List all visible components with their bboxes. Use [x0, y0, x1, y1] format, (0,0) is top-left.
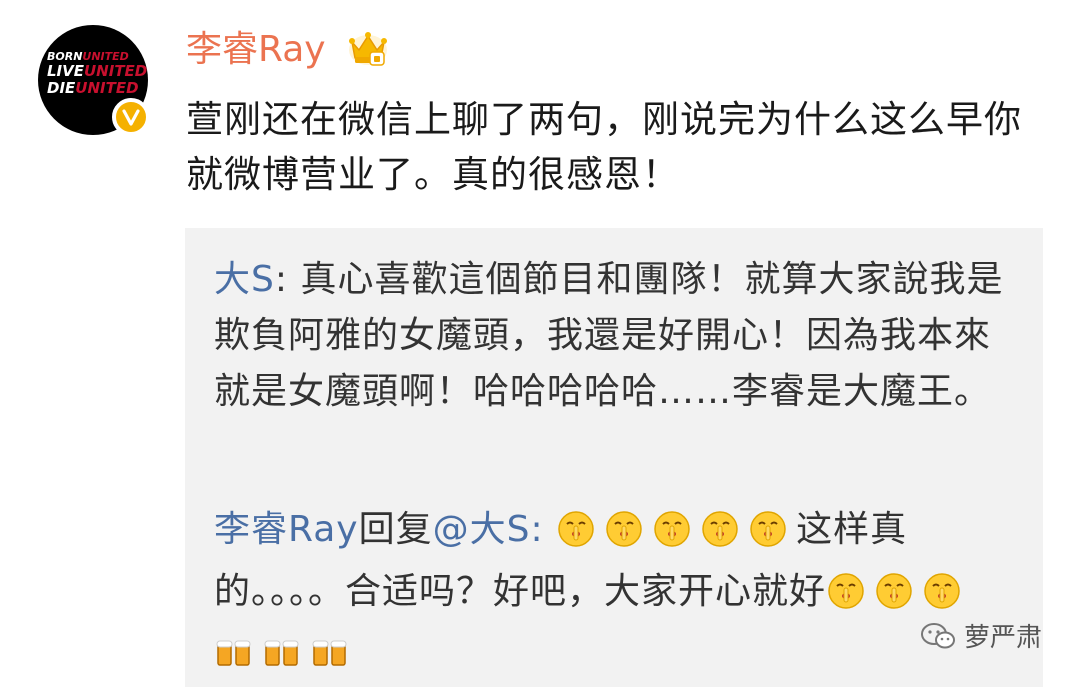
- post-text: 萱刚还在微信上聊了两句，刚说完为什么这么早你就微博营业了。真的很感恩！: [186, 98, 1022, 196]
- mention-link[interactable]: @大S: [433, 509, 531, 550]
- verified-v-icon: [112, 98, 150, 136]
- reply-author-link[interactable]: 李睿Ray: [214, 509, 359, 550]
- weibo-post: BORNUNITED LIVEUNITED DIEUNITED 李睿Ray 萱刚…: [0, 0, 1080, 687]
- reply-verb: 回复: [358, 509, 433, 550]
- username[interactable]: 李睿Ray: [186, 28, 326, 72]
- original-author-link[interactable]: 大S: [214, 259, 275, 300]
- beer-emoji: [216, 640, 251, 666]
- watermark: 萝严肃: [920, 617, 1042, 654]
- shush-emoji: [606, 511, 642, 547]
- shush-emoji: [924, 573, 960, 609]
- shush-emoji: [654, 511, 690, 547]
- repost-block[interactable]: 大S: 真心喜歡這個節目和團隊！就算大家說我是欺負阿雅的女魔頭，我還是好開心！因…: [185, 228, 1043, 687]
- beer-emoji: [264, 640, 299, 666]
- shush-emoji: [558, 511, 594, 547]
- watermark-text: 萝严肃: [964, 623, 1043, 653]
- shush-emoji: [828, 573, 864, 609]
- beer-emoji: [312, 640, 347, 666]
- reply-comment: 李睿Ray回复@大S: 这样真的。。。。合适吗？好吧，大家开心就好: [214, 499, 1014, 685]
- shush-emoji: [750, 511, 786, 547]
- original-post-text: 真心喜歡這個節目和團隊！就算大家說我是欺負阿雅的女魔頭，我還是好開心！因為我本來…: [214, 259, 1004, 412]
- wechat-icon: [921, 622, 955, 648]
- avatar-logo-text: BORNUNITED LIVEUNITED DIEUNITED: [47, 50, 148, 97]
- crown-icon: [349, 32, 387, 66]
- shush-emoji: [702, 511, 738, 547]
- original-post: 大S: 真心喜歡這個節目和團隊！就算大家說我是欺負阿雅的女魔頭，我還是好開心！因…: [214, 259, 1004, 412]
- shush-emoji: [876, 573, 912, 609]
